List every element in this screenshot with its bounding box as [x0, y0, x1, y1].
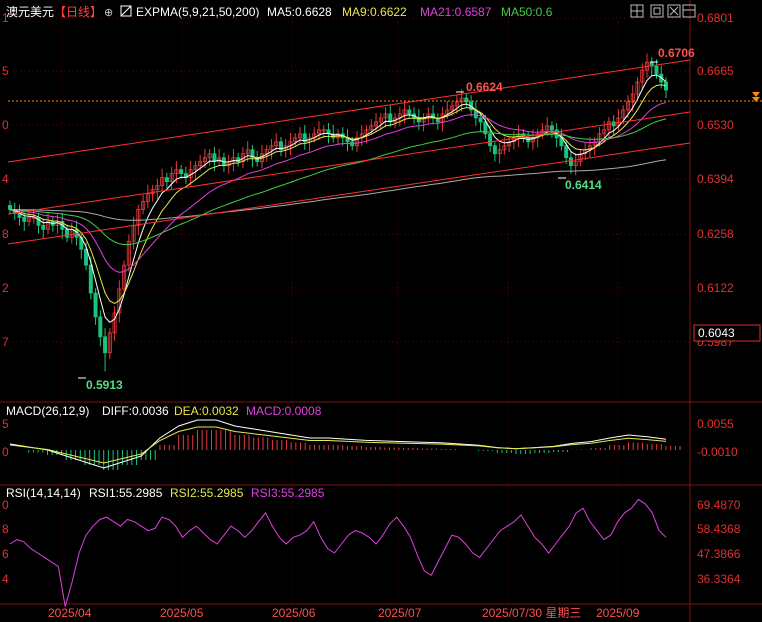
candle-body — [41, 224, 46, 230]
rsi-left-tick: 8 — [2, 522, 9, 536]
annotations: 0.6706 0.6624 0.5913 0.6414 — [78, 46, 695, 392]
price-tick: 0.6530 — [697, 118, 734, 132]
rsi2-value: RSI2:55.2985 — [170, 486, 244, 500]
time-label: 2025/09 — [596, 606, 640, 620]
candle-body — [164, 177, 169, 182]
rsi-chart — [9, 498, 667, 607]
price-tick: 0.6258 — [697, 227, 734, 241]
left-tick: 7 — [2, 335, 9, 349]
grid-lines — [8, 17, 690, 604]
candle-body — [564, 145, 569, 159]
candle-body — [549, 125, 554, 131]
candle-body — [98, 316, 103, 338]
ma21-value: MA21:0.6587 — [420, 5, 492, 19]
macd-header: MACD(26,12,9) DIFF:0.0036 DEA:0.0032 MAC… — [6, 404, 322, 418]
candle-body — [407, 109, 412, 115]
time-label: 2025/05 — [160, 606, 204, 620]
candle-body — [88, 264, 93, 294]
candle-body — [388, 113, 393, 123]
left-tick: 5 — [2, 64, 9, 78]
panel-icon[interactable] — [682, 4, 696, 18]
rsi-tick: 36.3364 — [697, 572, 741, 586]
price-tick: 0.6394 — [697, 172, 734, 186]
left-axis: 1 5 0 4 8 2 7 — [2, 11, 9, 349]
rsi-header: RSI(14,14,14) RSI1:55.2985 RSI2:55.2985 … — [6, 486, 325, 500]
indicator-label: EXPMA(5,9,21,50,200) — [136, 5, 259, 19]
close-icon[interactable] — [667, 4, 681, 18]
time-label: 2025/07 — [378, 606, 422, 620]
rsi-left-tick: 0 — [2, 498, 9, 512]
price-axis: 0.68010.66650.65300.63940.62580.61220.59… — [697, 11, 734, 349]
price-tick: 0.6801 — [697, 11, 734, 25]
channel-lower — [7, 142, 691, 245]
macd-dea: DEA:0.0032 — [174, 404, 239, 418]
left-tick: 1 — [2, 11, 9, 25]
price-tick: 0.6122 — [697, 281, 734, 295]
macd-title: MACD(26,12,9) — [6, 404, 89, 418]
candle-body — [568, 157, 573, 167]
main-header: 澳元美元 【日线】 ⊕ EXPMA(5,9,21,50,200) MA5:0.6… — [6, 5, 553, 19]
candle-body — [22, 217, 27, 222]
left-tick: 8 — [2, 227, 9, 241]
candle-body — [478, 117, 483, 123]
rsi-tick: 69.4870 — [697, 498, 741, 512]
low-label-1: 0.5913 — [86, 378, 123, 392]
ma9-line — [9, 84, 667, 304]
ma9-value: MA9:0.6622 — [342, 5, 407, 19]
chart-canvas: 澳元美元 【日线】 ⊕ EXPMA(5,9,21,50,200) MA5:0.6… — [0, 0, 762, 622]
candle-body — [65, 228, 70, 238]
rsi3-value: RSI3:55.2985 — [251, 486, 325, 500]
ma5-value: MA5:0.6628 — [267, 5, 332, 19]
toolbar — [630, 4, 696, 18]
rsi-tick: 47.3866 — [697, 547, 741, 561]
high-label-1: 0.6706 — [658, 46, 695, 60]
macd-tick: -0.0010 — [697, 445, 738, 459]
candle-body — [179, 169, 184, 175]
macd-left-tick: 0 — [2, 445, 9, 459]
current-price-label: 0.6043 — [698, 326, 735, 340]
time-label: 2025/06 — [272, 606, 316, 620]
candle-body — [212, 153, 217, 163]
candle-body — [654, 65, 659, 75]
rsi-axis: 69.4870 58.4368 47.3866 36.3364 0 8 6 4 — [2, 498, 741, 586]
symbol-label: 澳元美元 — [6, 5, 54, 19]
rsi-tick: 58.4368 — [697, 522, 741, 536]
current-price-marker: 0.6043 — [693, 324, 761, 342]
rsi1-value: RSI1:55.2985 — [89, 486, 163, 500]
settings-circle-icon[interactable]: ⊕ — [104, 7, 113, 19]
macd-diff: DIFF:0.0036 — [102, 404, 169, 418]
ma50-value: MA50:0.6 — [501, 5, 553, 19]
time-label: 2025/07/30 星期三 — [482, 606, 581, 620]
period-label[interactable]: 【日线】 — [54, 5, 102, 19]
left-tick: 0 — [2, 118, 9, 132]
price-tick: 0.6665 — [697, 64, 734, 78]
left-tick: 2 — [2, 281, 9, 295]
macd-tick: 0.0055 — [697, 417, 734, 431]
time-label: 2025/04 — [48, 606, 92, 620]
restore-icon[interactable] — [650, 4, 664, 18]
rsi-line — [9, 498, 667, 607]
candle-body — [492, 145, 497, 155]
rsi-left-tick: 4 — [2, 572, 9, 586]
time-axis: 2025/04 2025/05 2025/06 2025/07 2025/07/30 星… — [48, 606, 640, 620]
channel-middle — [7, 111, 691, 215]
low-label-2: 0.6414 — [565, 178, 602, 192]
macd-chart — [9, 419, 681, 470]
macd-value: MACD:0.0008 — [246, 404, 322, 418]
channel-upper — [7, 59, 691, 163]
macd-left-tick: 5 — [2, 417, 9, 431]
candle-body — [7, 205, 12, 210]
candle-body — [93, 292, 98, 318]
candle-body — [488, 133, 493, 147]
left-tick: 4 — [2, 172, 9, 186]
grid-icon[interactable] — [630, 4, 644, 18]
high-label-2: 0.6624 — [466, 80, 503, 94]
rsi-title: RSI(14,14,14) — [6, 486, 81, 500]
rsi-left-tick: 6 — [2, 547, 9, 561]
